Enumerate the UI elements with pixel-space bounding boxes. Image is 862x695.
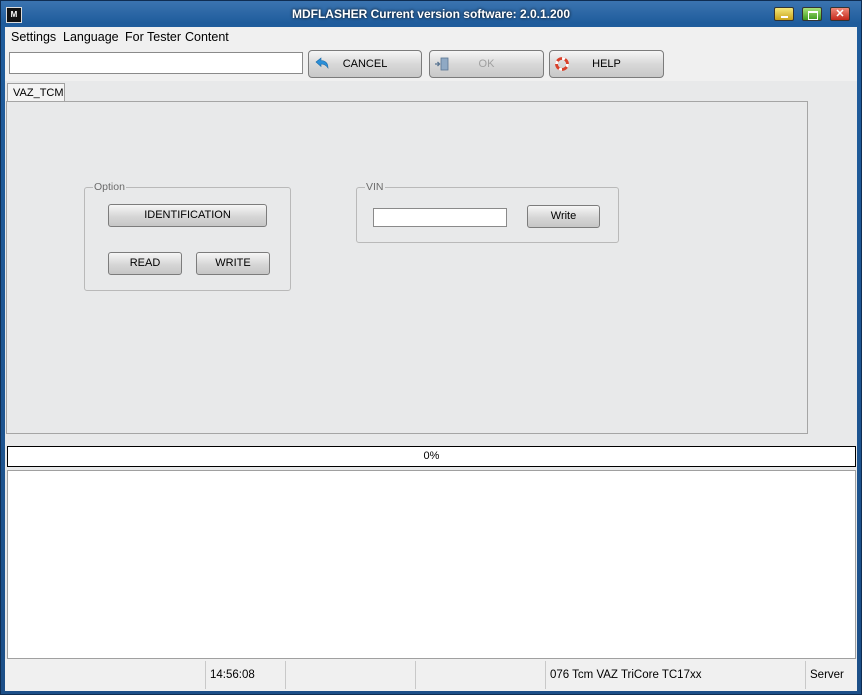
menu-language[interactable]: Language bbox=[63, 30, 119, 44]
menu-settings[interactable]: Settings bbox=[11, 30, 56, 44]
vin-write-button[interactable]: Write bbox=[527, 205, 600, 228]
minimize-icon bbox=[775, 8, 793, 20]
title-bar[interactable]: M MDFLASHER Current version software: 2.… bbox=[1, 1, 861, 27]
option-group-title: Option bbox=[93, 181, 126, 193]
tab-panel: Option IDENTIFICATION READ WRITE VIN Wri… bbox=[6, 101, 808, 434]
ok-button[interactable]: OK bbox=[429, 50, 544, 78]
status-cell bbox=[5, 661, 205, 689]
progress-bar: 0% bbox=[7, 446, 856, 467]
menu-content[interactable]: Content bbox=[185, 30, 229, 44]
minimize-button[interactable] bbox=[774, 7, 794, 21]
help-button[interactable]: HELP bbox=[549, 50, 664, 78]
client-area: Settings Language For Tester Content CAN… bbox=[5, 27, 857, 691]
menu-bar: Settings Language For Tester Content bbox=[5, 27, 857, 47]
maximize-icon bbox=[803, 8, 821, 20]
read-button[interactable]: READ bbox=[108, 252, 182, 275]
exit-door-icon bbox=[435, 57, 449, 71]
back-arrow-icon bbox=[315, 57, 329, 69]
menu-for-tester[interactable]: For Tester bbox=[125, 30, 181, 44]
status-cell bbox=[285, 661, 415, 689]
vin-group-title: VIN bbox=[365, 181, 385, 193]
cancel-label: CANCEL bbox=[342, 58, 388, 70]
tab-vaz-tcm[interactable]: VAZ_TCM bbox=[7, 83, 65, 103]
status-cell bbox=[415, 661, 545, 689]
vin-input[interactable] bbox=[373, 208, 507, 227]
top-text-field[interactable] bbox=[9, 52, 303, 74]
log-output-area[interactable] bbox=[7, 470, 856, 659]
close-button[interactable]: ✕ bbox=[830, 7, 850, 21]
identification-button[interactable]: IDENTIFICATION bbox=[108, 204, 267, 227]
ok-label: OK bbox=[478, 58, 495, 70]
application-window: M MDFLASHER Current version software: 2.… bbox=[0, 0, 862, 695]
status-time: 14:56:08 bbox=[205, 661, 285, 689]
status-server: Server bbox=[805, 661, 857, 689]
option-group: Option IDENTIFICATION READ WRITE bbox=[84, 181, 291, 291]
write-button[interactable]: WRITE bbox=[196, 252, 270, 275]
vin-group: VIN Write bbox=[356, 181, 619, 243]
progress-text: 0% bbox=[423, 450, 440, 462]
close-icon: ✕ bbox=[835, 8, 845, 20]
status-ecu-type: 076 Tcm VAZ TriCore TC17xx bbox=[545, 661, 805, 689]
help-label: HELP bbox=[592, 58, 621, 70]
status-bar: 14:56:08 076 Tcm VAZ TriCore TC17xx Serv… bbox=[5, 659, 857, 691]
cancel-button[interactable]: CANCEL bbox=[308, 50, 422, 78]
maximize-button[interactable] bbox=[802, 7, 822, 21]
toolbar: CANCEL OK HELP bbox=[5, 47, 857, 81]
window-title: MDFLASHER Current version software: 2.0.… bbox=[291, 7, 571, 21]
lifebuoy-icon bbox=[555, 57, 569, 71]
